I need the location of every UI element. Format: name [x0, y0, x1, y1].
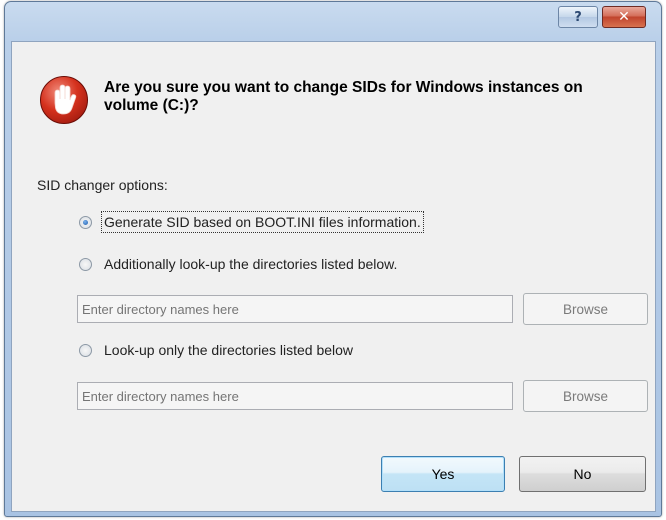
dialog-body: Are you sure you want to change SIDs for… — [11, 41, 656, 512]
radio-label-additional: Additionally look-up the directories lis… — [104, 256, 398, 272]
radio-button-checked[interactable] — [79, 215, 92, 229]
options-section-label: SID changer options: — [37, 177, 168, 193]
radio-option-additional[interactable]: Additionally look-up the directories lis… — [79, 256, 397, 272]
radio-button[interactable] — [79, 343, 92, 357]
yes-button[interactable]: Yes — [381, 456, 505, 492]
additional-directories-input[interactable] — [77, 295, 513, 323]
radio-button[interactable] — [79, 257, 92, 271]
only-directories-input[interactable] — [77, 382, 513, 410]
radio-label-only: Look-up only the directories listed belo… — [104, 342, 354, 358]
help-icon: ? — [574, 9, 582, 25]
radio-label-boot-ini: Generate SID based on BOOT.INI files inf… — [101, 211, 424, 233]
close-button[interactable]: ✕ — [602, 6, 646, 28]
app-logo-icon — [40, 76, 88, 124]
additional-browse-button[interactable]: Browse — [523, 293, 648, 325]
confirmation-question: Are you sure you want to change SIDs for… — [104, 79, 583, 114]
no-button[interactable]: No — [519, 456, 646, 492]
dialog-window: ? ✕ Are you sure you want to change SIDs… — [4, 1, 662, 517]
radio-option-only[interactable]: Look-up only the directories listed belo… — [79, 342, 353, 358]
title-bar[interactable]: ? ✕ — [5, 2, 661, 42]
only-browse-button[interactable]: Browse — [523, 380, 648, 412]
close-icon: ✕ — [618, 9, 630, 25]
radio-option-boot-ini[interactable]: Generate SID based on BOOT.INI files inf… — [79, 211, 424, 233]
help-button[interactable]: ? — [558, 6, 598, 28]
